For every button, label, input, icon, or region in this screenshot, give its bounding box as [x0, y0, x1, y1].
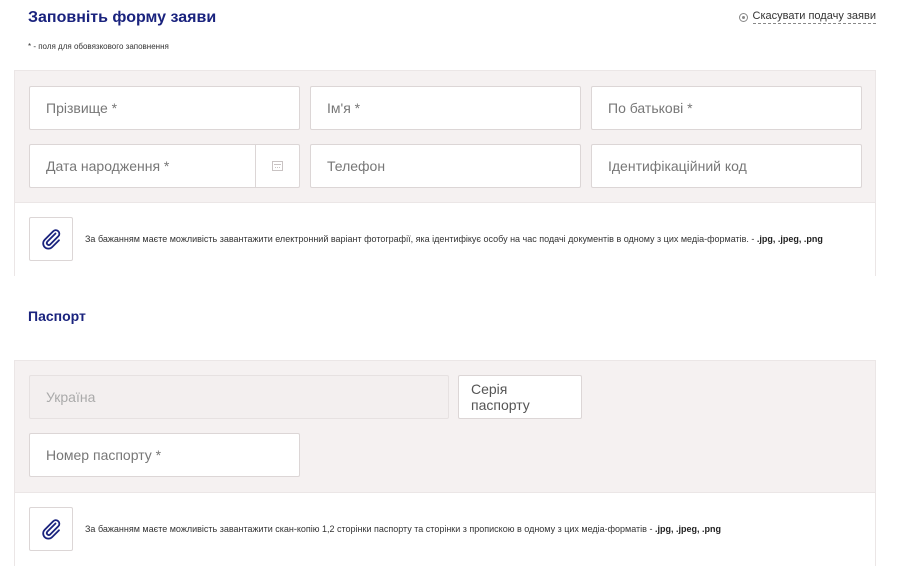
passport-country-value: Україна: [46, 389, 96, 405]
passport-section-title: Паспорт: [28, 308, 86, 324]
phone-placeholder: Телефон: [327, 158, 386, 174]
passport-upload-row: За бажанням маєте можливість завантажити…: [15, 492, 875, 566]
patronymic-placeholder: По батькові *: [608, 100, 693, 116]
cancel-application-label: Скасувати подачу заяви: [752, 10, 876, 24]
page-title: Заповніть форму заяви: [28, 9, 217, 26]
passport-upload-hint: За бажанням маєте можливість завантажити…: [85, 524, 721, 534]
first-name-placeholder: Ім'я *: [327, 100, 361, 116]
passport-number-field[interactable]: Номер паспорту *: [29, 433, 300, 477]
photo-attach-button[interactable]: [29, 217, 73, 261]
passport-card: Україна Серія паспорту Номер паспорту * …: [14, 360, 876, 566]
cancel-application-link[interactable]: Скасувати подачу заяви: [738, 10, 876, 24]
required-fields-note: * - поля для обовязкового заповнення: [28, 42, 169, 51]
first-name-field[interactable]: Ім'я *: [310, 86, 581, 130]
tax-id-field[interactable]: Ідентифікаційний код: [591, 144, 862, 188]
paperclip-icon: [42, 229, 61, 250]
patronymic-field[interactable]: По батькові *: [591, 86, 862, 130]
paperclip-icon: [42, 519, 61, 540]
surname-field[interactable]: Прізвище *: [29, 86, 300, 130]
photo-upload-hint: За бажанням маєте можливість завантажити…: [85, 234, 823, 244]
photo-upload-hint-text: За бажанням маєте можливість завантажити…: [85, 234, 757, 244]
phone-field[interactable]: Телефон: [310, 144, 581, 188]
birthdate-placeholder: Дата народження *: [46, 158, 170, 174]
personal-data-card: Прізвище * Ім'я * По батькові * Дата нар…: [14, 70, 876, 276]
calendar-icon: [272, 161, 283, 171]
passport-number-placeholder: Номер паспорту *: [46, 447, 162, 463]
photo-upload-row: За бажанням маєте можливість завантажити…: [15, 202, 875, 276]
surname-placeholder: Прізвище *: [46, 100, 118, 116]
passport-series-button[interactable]: Серія паспорту: [458, 375, 582, 419]
passport-series-label: Серія паспорту: [471, 381, 530, 413]
passport-country-field: Україна: [29, 375, 449, 419]
tax-id-placeholder: Ідентифікаційний код: [608, 158, 747, 174]
passport-attach-button[interactable]: [29, 507, 73, 551]
circle-dot-icon: [738, 12, 748, 22]
calendar-button[interactable]: [255, 145, 299, 187]
photo-upload-formats: .jpg, .jpeg, .png: [756, 234, 823, 244]
passport-upload-hint-text: За бажанням маєте можливість завантажити…: [85, 524, 655, 534]
birthdate-field[interactable]: Дата народження *: [29, 144, 300, 188]
passport-upload-formats: .jpg, .jpeg, .png: [654, 524, 721, 534]
